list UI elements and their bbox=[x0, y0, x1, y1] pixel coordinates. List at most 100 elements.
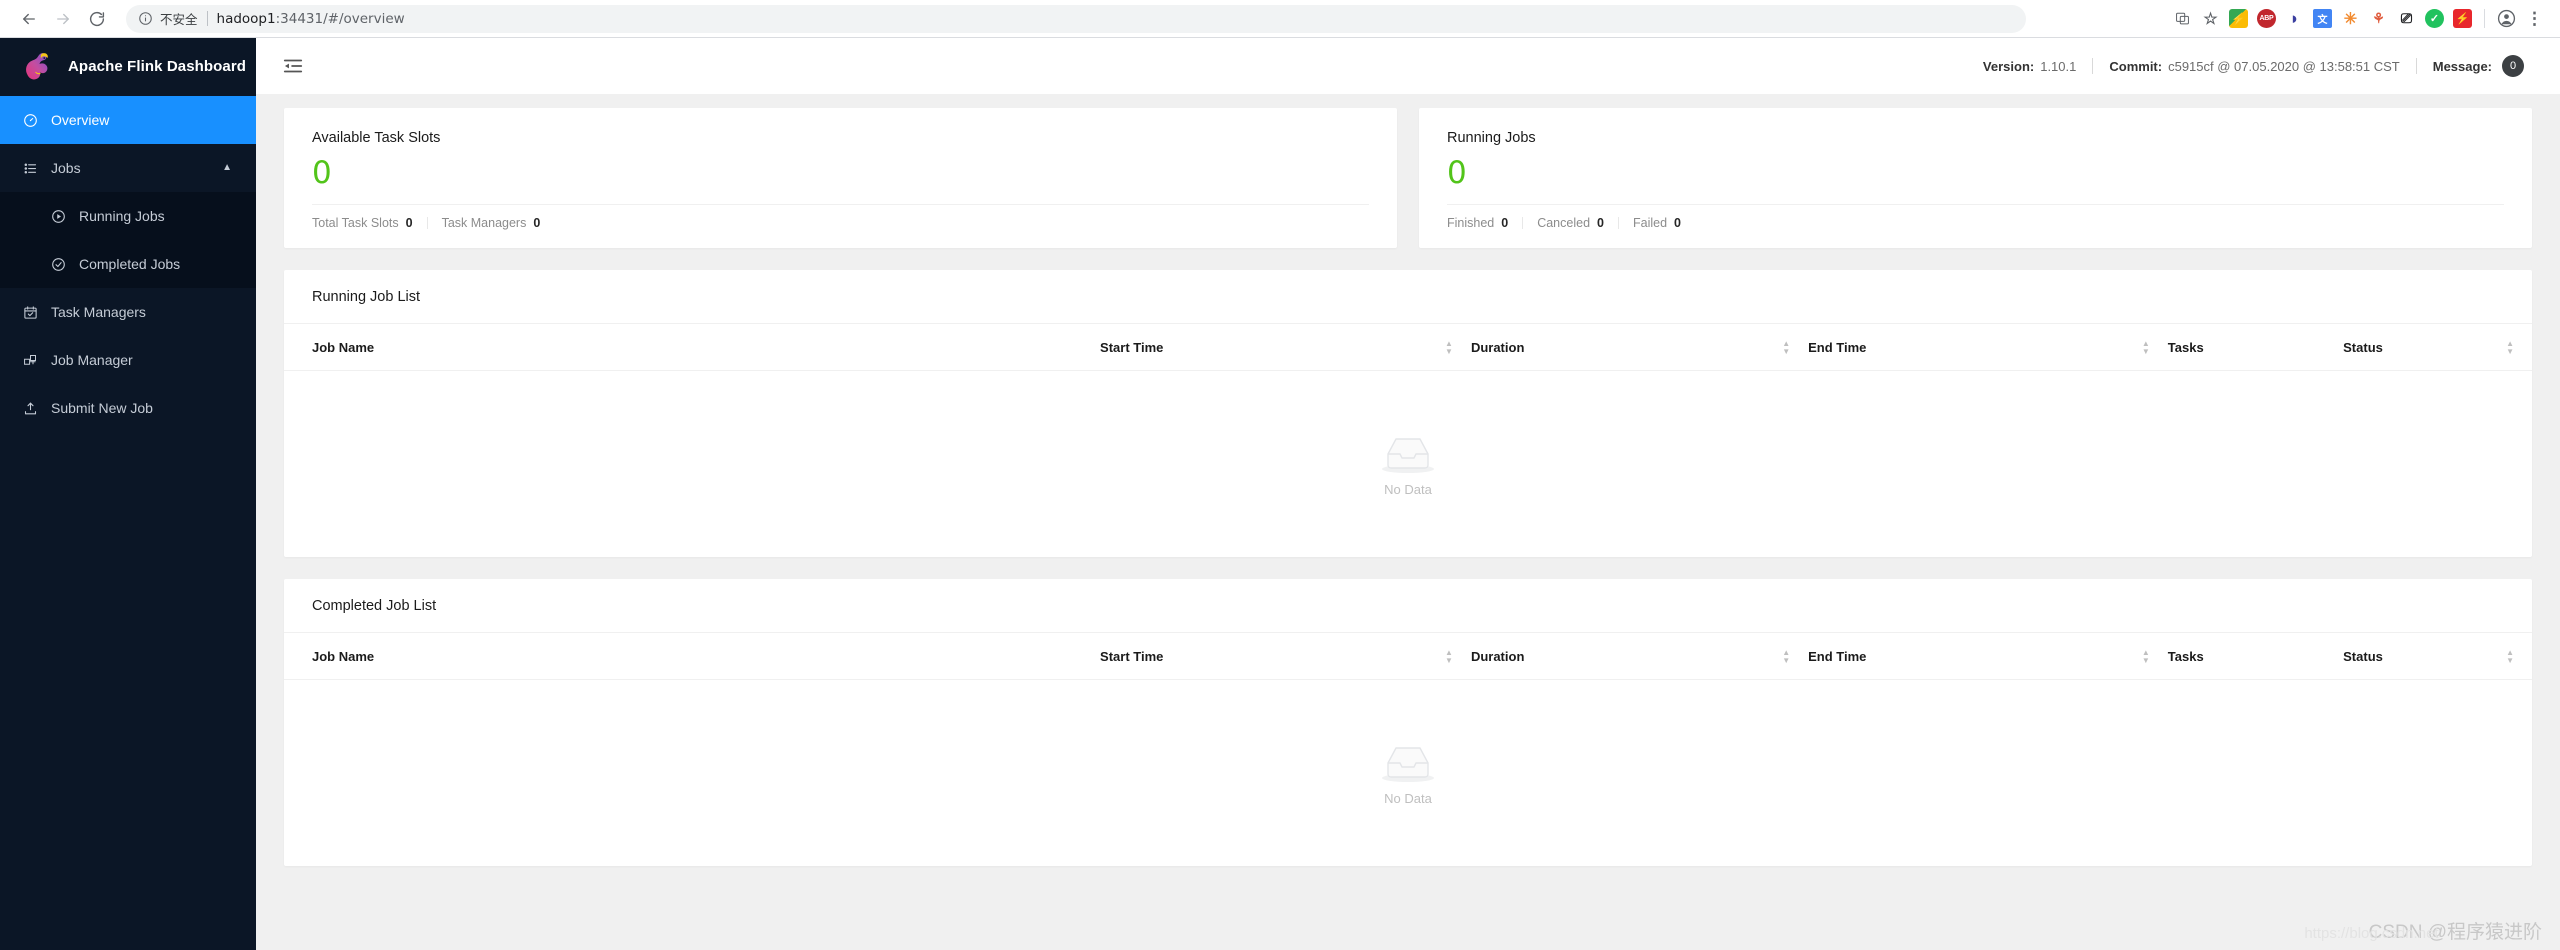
lightning-extension-icon[interactable] bbox=[2229, 9, 2248, 28]
profile-avatar-icon[interactable] bbox=[2497, 9, 2516, 28]
security-status-label: 不安全 bbox=[160, 12, 198, 27]
site-info-icon[interactable] bbox=[138, 11, 153, 26]
sort-icon[interactable]: ▲ ▼ bbox=[2506, 340, 2514, 356]
chevron-up-icon[interactable]: ▲ bbox=[222, 163, 232, 173]
back-button[interactable] bbox=[14, 4, 44, 34]
sidebar-item-running-jobs[interactable]: Running Jobs bbox=[0, 192, 256, 240]
col-end-time[interactable]: End Time ▲ ▼ bbox=[1808, 633, 2168, 680]
browser-nav-buttons bbox=[14, 4, 112, 34]
watermark-url: https://blog.csdn.net bbox=[2304, 925, 2439, 942]
completed-job-table: Job Name Start Time ▲ ▼ Duration ▲ ▼ End Tim… bbox=[284, 633, 2532, 680]
footer-stat-label: Canceled bbox=[1537, 216, 1591, 231]
running-job-table: Job Name Start Time ▲ ▼ Duration ▲ ▼ End Tim… bbox=[284, 324, 2532, 371]
translate-glyph-icon bbox=[2176, 12, 2189, 25]
sidebar-item-task-managers[interactable]: Task Managers bbox=[0, 288, 256, 336]
col-job-name: Job Name bbox=[284, 324, 1101, 371]
message-count-badge[interactable]: 0 bbox=[2502, 55, 2524, 77]
empty-box-icon bbox=[1382, 746, 1434, 782]
sidebar-item-job-manager[interactable]: Job Manager bbox=[0, 336, 256, 384]
card-footer: Total Task Slots 0 Task Managers 0 bbox=[312, 204, 1369, 230]
translate-icon[interactable] bbox=[2173, 9, 2192, 28]
sort-icon[interactable]: ▲ ▼ bbox=[1445, 340, 1453, 356]
menu-fold-icon[interactable] bbox=[282, 55, 304, 77]
google-translate-icon[interactable]: 文 bbox=[2313, 9, 2332, 28]
footer-stat-value: 0 bbox=[1597, 216, 1604, 231]
col-status[interactable]: Status ▲ ▼ bbox=[2343, 633, 2532, 680]
col-label: Tasks bbox=[2167, 649, 2204, 664]
adblock-plus-icon[interactable]: ABP bbox=[2257, 9, 2276, 28]
available-task-slots-card: Available Task Slots 0 Total Task Slots … bbox=[284, 108, 1397, 248]
sort-icon[interactable]: ▲ ▼ bbox=[2506, 649, 2514, 665]
card-footer: Finished 0 Canceled 0 Failed 0 bbox=[1447, 204, 2504, 230]
url-text: hadoop1:34431/#/overview bbox=[217, 11, 405, 27]
col-label: Duration bbox=[1470, 649, 1525, 664]
sidebar-item-submit-new-job[interactable]: Submit New Job bbox=[0, 384, 256, 432]
sidebar-submenu-jobs: Running Jobs Completed Jobs bbox=[0, 192, 256, 288]
brand-header: Apache Flink Dashboard bbox=[0, 38, 256, 94]
star-colorful-icon[interactable]: ✳ bbox=[2341, 9, 2360, 28]
tree-diagram-icon[interactable]: ⚘ bbox=[2369, 9, 2388, 28]
col-tasks: Tasks bbox=[2167, 324, 2344, 371]
address-bar[interactable]: 不安全 hadoop1:34431/#/overview bbox=[126, 4, 2026, 33]
forward-arrow-icon bbox=[57, 13, 69, 24]
list-icon bbox=[22, 160, 38, 176]
cluster-icon bbox=[22, 352, 38, 368]
person-box-icon[interactable]: ⎚ bbox=[2397, 9, 2416, 28]
footer-stat-value: 0 bbox=[1674, 216, 1681, 231]
message-label: Message: bbox=[2432, 58, 2492, 74]
col-duration[interactable]: Duration ▲ ▼ bbox=[1470, 633, 1809, 680]
col-job-name: Job Name bbox=[284, 633, 1101, 680]
sort-icon[interactable]: ▲ ▼ bbox=[1782, 340, 1790, 356]
footer-stat-value: 0 bbox=[533, 216, 541, 231]
sort-icon[interactable]: ▲ ▼ bbox=[1782, 649, 1790, 665]
sidebar-item-jobs[interactable]: Jobs ▲ bbox=[0, 144, 256, 192]
col-status[interactable]: Status ▲ ▼ bbox=[2343, 324, 2532, 371]
col-label: Duration bbox=[1470, 340, 1525, 355]
col-label: Start Time bbox=[1100, 649, 1164, 664]
footer-divider bbox=[426, 217, 428, 230]
completed-job-list-title: Completed Job List bbox=[284, 579, 2532, 633]
sidebar-menu: Overview Jobs ▲ Running Jobs Completed J… bbox=[0, 94, 256, 432]
back-arrow-icon bbox=[23, 13, 35, 24]
empty-text: No Data bbox=[1384, 481, 1432, 497]
stats-row: Available Task Slots 0 Total Task Slots … bbox=[284, 108, 2532, 248]
footer-stat: Finished 0 bbox=[1447, 216, 1508, 230]
footer-stat: Total Task Slots 0 bbox=[312, 216, 413, 230]
version-value: 1.10.1 bbox=[2040, 58, 2077, 74]
blue-drop-extension-icon[interactable]: ◗ bbox=[2285, 9, 2304, 28]
col-start-time[interactable]: Start Time ▲ ▼ bbox=[1100, 633, 1471, 680]
col-label: Status bbox=[2343, 340, 2383, 355]
sidebar-item-overview[interactable]: Overview bbox=[0, 96, 256, 144]
empty-box-icon bbox=[1382, 437, 1434, 473]
col-end-time[interactable]: End Time ▲ ▼ bbox=[1808, 324, 2168, 371]
dashboard-gauge-icon bbox=[22, 112, 38, 128]
sidebar-item-label: Completed Jobs bbox=[79, 256, 181, 272]
sort-icon[interactable]: ▲ ▼ bbox=[2142, 340, 2150, 356]
sort-icon[interactable]: ▲ ▼ bbox=[2142, 649, 2150, 665]
forward-button[interactable] bbox=[48, 4, 78, 34]
card-value: 0 bbox=[312, 155, 332, 191]
sidebar-item-label: Running Jobs bbox=[79, 208, 165, 224]
main-area: Version: 1.10.1 Commit: c5915cf @ 07.05.… bbox=[256, 38, 2560, 950]
table-header-row: Job Name Start Time ▲ ▼ Duration ▲ ▼ End Tim… bbox=[284, 324, 2532, 371]
col-tasks: Tasks bbox=[2167, 633, 2344, 680]
footer-stat-value: 0 bbox=[405, 216, 413, 231]
red-bolt-icon[interactable]: ⚡ bbox=[2453, 9, 2472, 28]
col-label: End Time bbox=[1808, 340, 1867, 355]
reload-button[interactable] bbox=[82, 4, 112, 34]
col-label: Job Name bbox=[312, 649, 375, 664]
running-job-empty-state: No Data bbox=[284, 371, 2532, 557]
col-label: Start Time bbox=[1100, 340, 1164, 355]
chrome-menu-kebab-icon[interactable]: ⋮ bbox=[2525, 9, 2544, 28]
commit-value: c5915cf @ 07.05.2020 @ 13:58:51 CST bbox=[2168, 58, 2400, 74]
sidebar-item-completed-jobs[interactable]: Completed Jobs bbox=[0, 240, 256, 288]
col-start-time[interactable]: Start Time ▲ ▼ bbox=[1100, 324, 1471, 371]
watermark-text: CSDN @程序猿进阶 bbox=[2368, 922, 2542, 943]
bookmark-star-icon[interactable]: ☆ bbox=[2201, 9, 2220, 28]
card-value: 0 bbox=[1447, 155, 1467, 191]
sort-icon[interactable]: ▲ ▼ bbox=[1445, 649, 1453, 665]
col-duration[interactable]: Duration ▲ ▼ bbox=[1470, 324, 1809, 371]
content-area: Available Task Slots 0 Total Task Slots … bbox=[256, 94, 2560, 950]
green-check-icon[interactable]: ✓ bbox=[2425, 9, 2444, 28]
running-job-list-card: Running Job List Job Name Start Time ▲ ▼ D… bbox=[284, 270, 2532, 557]
